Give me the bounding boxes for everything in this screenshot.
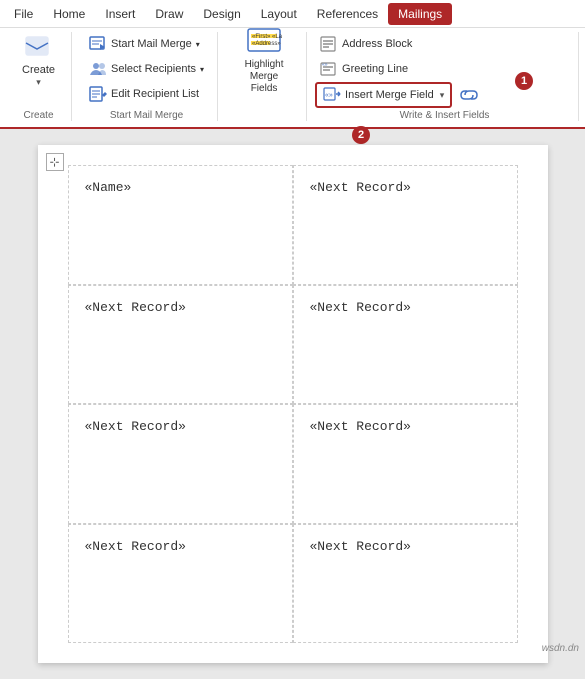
edit-recipient-list-button[interactable]: Edit Recipient List xyxy=(84,82,209,106)
highlight-merge-fields-icon: «First» «Last» «Address» xyxy=(246,27,282,57)
ribbon-group-start-mail-merge: Start Mail Merge ▾ Select Recipients ▾ xyxy=(76,32,218,121)
ribbon-group-create: File Create ▾ Create xyxy=(6,32,72,121)
select-recipients-button[interactable]: Select Recipients ▾ xyxy=(84,57,209,81)
document-area: ⊹ «Name» «Next Record» «Next Record» «Ne… xyxy=(0,129,585,679)
address-block-label: Address Block xyxy=(342,38,412,50)
menu-insert[interactable]: Insert xyxy=(95,3,145,25)
ribbon-group-highlight: «First» «Last» «Address» HighlightMerge … xyxy=(222,32,307,121)
menu-mailings[interactable]: Mailings xyxy=(388,3,452,25)
badge-1: 1 xyxy=(515,72,533,90)
start-mail-merge-button[interactable]: Start Mail Merge ▾ xyxy=(84,32,209,56)
start-mail-merge-label: Start Mail Merge xyxy=(111,38,192,50)
svg-text:«»: «» xyxy=(322,62,328,68)
move-handle[interactable]: ⊹ xyxy=(46,153,64,171)
label-cell-4-1: «Next Record» xyxy=(68,524,293,644)
menu-design[interactable]: Design xyxy=(193,3,250,25)
highlight-merge-fields-button[interactable]: «First» «Last» «Address» HighlightMerge … xyxy=(230,32,298,90)
ribbon: File Create ▾ Create xyxy=(0,28,585,129)
write-insert-group-label: Write & Insert Fields xyxy=(315,110,574,121)
label-cell-2-2: «Next Record» xyxy=(293,285,518,405)
merge-field-next-6: «Next Record» xyxy=(85,539,186,554)
create-icon xyxy=(23,33,55,61)
address-block-icon xyxy=(320,35,338,53)
label-cell-3-2: «Next Record» xyxy=(293,404,518,524)
ribbon-group-write-insert: Address Block «» Greeting Line xyxy=(311,32,579,121)
chain-button[interactable] xyxy=(456,82,482,108)
edit-recipient-list-icon xyxy=(89,85,107,103)
select-recipients-icon xyxy=(89,60,107,78)
label-cell-1-2: «Next Record» xyxy=(293,165,518,285)
merge-field-next-3: «Next Record» xyxy=(310,300,411,315)
select-recipients-label: Select Recipients xyxy=(111,63,196,75)
badge-2: 2 xyxy=(352,126,370,144)
start-mail-merge-arrow: ▾ xyxy=(196,40,200,49)
start-mail-merge-group-label: Start Mail Merge xyxy=(110,110,183,121)
insert-merge-field-icon: «» xyxy=(323,86,341,105)
merge-field-next-4: «Next Record» xyxy=(85,419,186,434)
menu-draw[interactable]: Draw xyxy=(145,3,193,25)
highlight-label: HighlightMerge Fields xyxy=(236,59,292,95)
create-button[interactable]: File Create ▾ xyxy=(14,32,63,90)
merge-field-next-7: «Next Record» xyxy=(310,539,411,554)
label-cell-2-1: «Next Record» xyxy=(68,285,293,405)
svg-text:«»: «» xyxy=(325,92,333,99)
label-grid: «Name» «Next Record» «Next Record» «Next… xyxy=(68,165,518,643)
watermark: wsdn.dn xyxy=(542,643,579,654)
label-cell-1-1: «Name» xyxy=(68,165,293,285)
select-recipients-arrow: ▾ xyxy=(200,65,204,74)
menu-layout[interactable]: Layout xyxy=(251,3,307,25)
start-mail-merge-icon xyxy=(89,35,107,53)
edit-recipient-list-label: Edit Recipient List xyxy=(111,88,199,100)
insert-merge-field-button[interactable]: «» Insert Merge Field ▾ xyxy=(315,82,452,108)
menu-references[interactable]: References xyxy=(307,3,388,25)
insert-merge-field-arrow: ▾ xyxy=(440,90,445,101)
svg-text:«First» «Last»: «First» «Last» xyxy=(252,34,282,40)
menu-file[interactable]: File xyxy=(4,3,43,25)
label-cell-4-2: «Next Record» xyxy=(293,524,518,644)
create-group-label: Create xyxy=(24,110,54,121)
address-block-button[interactable]: Address Block xyxy=(315,32,574,56)
merge-field-next-2: «Next Record» xyxy=(85,300,186,315)
greeting-line-label: Greeting Line xyxy=(342,63,408,75)
menu-bar: File Home Insert Draw Design Layout Refe… xyxy=(0,0,585,28)
menu-home[interactable]: Home xyxy=(43,3,95,25)
greeting-line-button[interactable]: «» Greeting Line xyxy=(315,57,574,81)
merge-field-name: «Name» xyxy=(85,180,132,195)
merge-field-next-1: «Next Record» xyxy=(310,180,411,195)
greeting-line-icon: «» xyxy=(320,60,338,78)
label-cell-3-1: «Next Record» xyxy=(68,404,293,524)
merge-field-next-5: «Next Record» xyxy=(310,419,411,434)
create-label: Create xyxy=(22,63,55,77)
chain-icon xyxy=(460,86,478,104)
svg-text:«Address»: «Address» xyxy=(252,41,281,47)
document-page: ⊹ «Name» «Next Record» «Next Record» «Ne… xyxy=(38,145,548,663)
insert-merge-field-label: Insert Merge Field xyxy=(345,89,434,101)
